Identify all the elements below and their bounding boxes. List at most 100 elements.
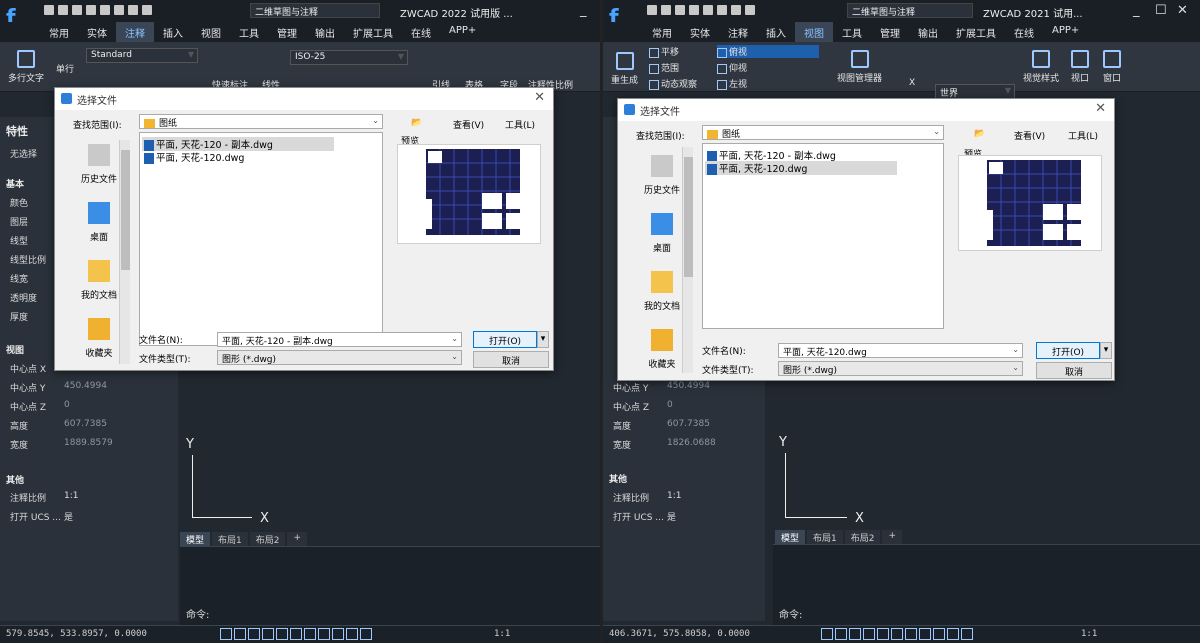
tab-home[interactable]: 常用 xyxy=(643,22,681,42)
tab-online[interactable]: 在线 xyxy=(1005,22,1043,42)
tab-extensions[interactable]: 扩展工具 xyxy=(344,22,402,42)
prop-value[interactable]: 1:1 xyxy=(667,491,681,501)
visual-style-button[interactable]: 视觉样式 xyxy=(1023,50,1059,84)
text-style-select[interactable]: Standard ▼ xyxy=(86,48,198,63)
tab-app[interactable]: APP+ xyxy=(440,22,485,42)
tab-tools[interactable]: 工具 xyxy=(230,22,268,42)
filetype-select[interactable]: 图形 (*.dwg) ⌄ xyxy=(217,350,462,365)
tab-layout2[interactable]: 布局2 xyxy=(844,530,881,544)
tab-model[interactable]: 模型 xyxy=(180,532,211,546)
cancel-button[interactable]: 取消 xyxy=(473,351,549,368)
drafting-toggles[interactable] xyxy=(821,628,973,640)
places-scrollbar[interactable] xyxy=(119,140,130,364)
file-item[interactable]: 平面, 天花-120 - 副本.dwg xyxy=(705,148,838,162)
workspace-select[interactable]: 二维草图与注释 xyxy=(250,3,380,18)
view-top[interactable]: 俯视 xyxy=(717,45,819,58)
view-manager-button[interactable]: 视图管理器 xyxy=(837,50,882,84)
view-menu[interactable]: 查看(V) xyxy=(1014,129,1045,142)
single-text-button[interactable]: 单行 xyxy=(56,62,74,75)
workspace-select[interactable]: 二维草图与注释 xyxy=(847,3,973,18)
open-button[interactable]: 打开(O) xyxy=(1036,342,1100,359)
drafting-toggles[interactable] xyxy=(220,628,372,640)
tab-home[interactable]: 常用 xyxy=(40,22,78,42)
ucs-world-select[interactable]: 世界 ▼ xyxy=(935,84,1015,99)
view-menu[interactable]: 查看(V) xyxy=(453,118,484,131)
tools-menu[interactable]: 工具(L) xyxy=(505,118,535,131)
tab-annotate[interactable]: 注释 xyxy=(719,22,757,42)
annotation-scale[interactable]: 1:1 xyxy=(494,629,510,639)
multiline-text-button[interactable]: 多行文字 xyxy=(8,50,44,84)
tab-output[interactable]: 输出 xyxy=(909,22,947,42)
tab-app[interactable]: APP+ xyxy=(1043,22,1088,42)
open-button[interactable]: 打开(O) xyxy=(473,331,537,348)
tab-output[interactable]: 输出 xyxy=(306,22,344,42)
section-other[interactable]: 其他 xyxy=(6,473,24,486)
add-layout-button[interactable]: + xyxy=(882,530,903,544)
prop-value[interactable]: 607.7385 xyxy=(667,419,710,429)
tab-layout2[interactable]: 布局2 xyxy=(249,532,286,546)
look-in-select[interactable]: 图纸 ⌄ xyxy=(139,114,383,129)
tab-online[interactable]: 在线 xyxy=(402,22,440,42)
open-options-dropdown[interactable]: ▾ xyxy=(537,331,549,348)
tab-solid[interactable]: 实体 xyxy=(78,22,116,42)
tab-annotate[interactable]: 注释 xyxy=(116,22,154,42)
tab-view[interactable]: 视图 xyxy=(795,22,833,42)
tab-insert[interactable]: 插入 xyxy=(154,22,192,42)
prop-value[interactable]: 0 xyxy=(64,400,70,410)
open-options-dropdown[interactable]: ▾ xyxy=(1100,342,1112,359)
annotation-scale[interactable]: 1:1 xyxy=(1081,629,1097,639)
file-item[interactable]: 平面, 天花-120.dwg xyxy=(142,150,246,164)
prop-value[interactable]: 1826.0688 xyxy=(667,438,716,448)
minimize-button[interactable]: _ xyxy=(1133,3,1140,18)
prop-value[interactable]: 0 xyxy=(667,400,673,410)
selection-status[interactable]: 无选择 xyxy=(10,147,37,160)
file-item[interactable]: 平面, 天花-120.dwg xyxy=(705,161,897,175)
tab-model[interactable]: 模型 xyxy=(775,530,806,544)
tab-tools[interactable]: 工具 xyxy=(833,22,871,42)
prop-value[interactable]: 是 xyxy=(64,510,73,523)
prop-value[interactable]: 1889.8579 xyxy=(64,438,113,448)
tab-layout1[interactable]: 布局1 xyxy=(807,530,843,544)
extents-button[interactable]: 范围 xyxy=(649,61,679,74)
command-window[interactable]: 命令: xyxy=(180,546,600,625)
quick-access-toolbar[interactable] xyxy=(647,5,755,15)
file-list[interactable]: 平面, 天花-120 - 副本.dwg 平面, 天花-120.dwg xyxy=(139,132,383,346)
prop-value[interactable]: 是 xyxy=(667,510,676,523)
look-in-select[interactable]: 图纸 ⌄ xyxy=(702,125,944,140)
section-basic[interactable]: 基本 xyxy=(6,177,24,190)
new-folder-icon[interactable]: 📂 xyxy=(974,129,985,139)
prop-value[interactable]: 450.4994 xyxy=(64,381,107,391)
maximize-button[interactable]: ☐ xyxy=(1155,3,1167,18)
places-scrollbar[interactable] xyxy=(682,147,693,373)
tab-view[interactable]: 视图 xyxy=(192,22,230,42)
prop-value[interactable]: 450.4994 xyxy=(667,381,710,391)
section-view[interactable]: 视图 xyxy=(6,343,24,356)
filetype-select[interactable]: 图形 (*.dwg) ⌄ xyxy=(778,361,1023,376)
close-icon[interactable]: ✕ xyxy=(534,90,545,105)
tab-layout1[interactable]: 布局1 xyxy=(212,532,248,546)
minimize-button[interactable]: _ xyxy=(580,3,587,18)
add-layout-button[interactable]: + xyxy=(287,532,308,546)
file-list[interactable]: 平面, 天花-120 - 副本.dwg 平面, 天花-120.dwg xyxy=(702,143,944,329)
viewport-button[interactable]: 视口 xyxy=(1071,50,1089,84)
cancel-button[interactable]: 取消 xyxy=(1036,362,1112,379)
view-bottom[interactable]: 仰视 xyxy=(717,61,747,74)
close-icon[interactable]: ✕ xyxy=(1177,3,1188,18)
filename-field[interactable]: 平面, 天花-120 - 副本.dwg ⌄ xyxy=(217,332,462,347)
file-item[interactable]: 平面, 天花-120 - 副本.dwg xyxy=(142,137,334,151)
ucs-x-button[interactable]: X xyxy=(909,78,915,88)
tab-manage[interactable]: 管理 xyxy=(871,22,909,42)
tools-menu[interactable]: 工具(L) xyxy=(1068,129,1098,142)
prop-value[interactable]: 607.7385 xyxy=(64,419,107,429)
dim-style-select[interactable]: ISO-25 ▼ xyxy=(290,50,408,65)
pan-button[interactable]: 平移 xyxy=(649,45,679,58)
tab-solid[interactable]: 实体 xyxy=(681,22,719,42)
view-left[interactable]: 左视 xyxy=(717,77,747,90)
regen-button[interactable]: 重生成 xyxy=(611,52,638,86)
new-folder-icon[interactable]: 📂 xyxy=(411,118,422,128)
quick-access-toolbar[interactable] xyxy=(44,5,152,15)
tab-extensions[interactable]: 扩展工具 xyxy=(947,22,1005,42)
filename-field[interactable]: 平面, 天花-120.dwg ⌄ xyxy=(778,343,1023,358)
close-icon[interactable]: ✕ xyxy=(1095,101,1106,116)
orbit-button[interactable]: 动态观察 xyxy=(649,77,697,90)
